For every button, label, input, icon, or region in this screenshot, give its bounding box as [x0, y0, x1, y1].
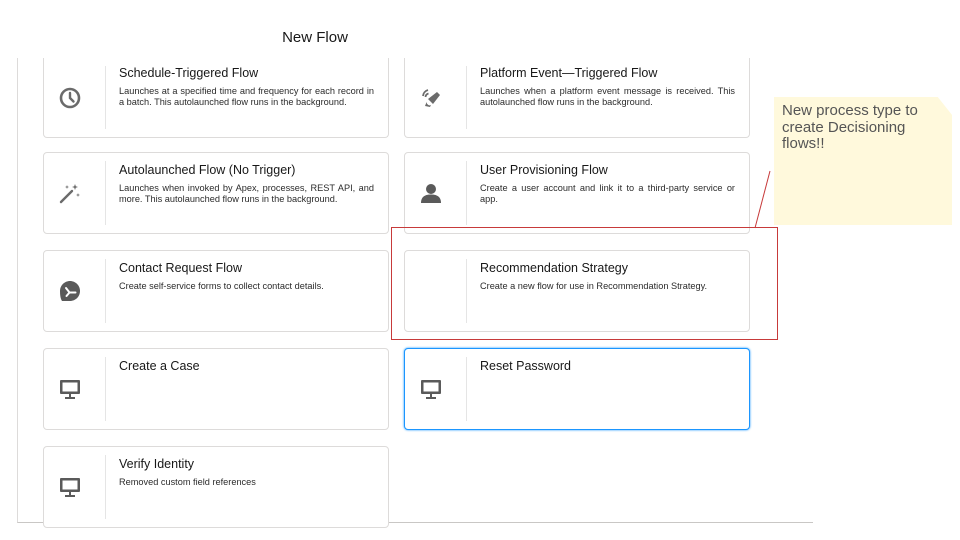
- annotation-sticky-note: New process type to create Decisioning f…: [774, 97, 952, 225]
- annotation-note-text: New process type to create Decisioning f…: [782, 102, 918, 152]
- annotation-leader-line: [754, 170, 771, 229]
